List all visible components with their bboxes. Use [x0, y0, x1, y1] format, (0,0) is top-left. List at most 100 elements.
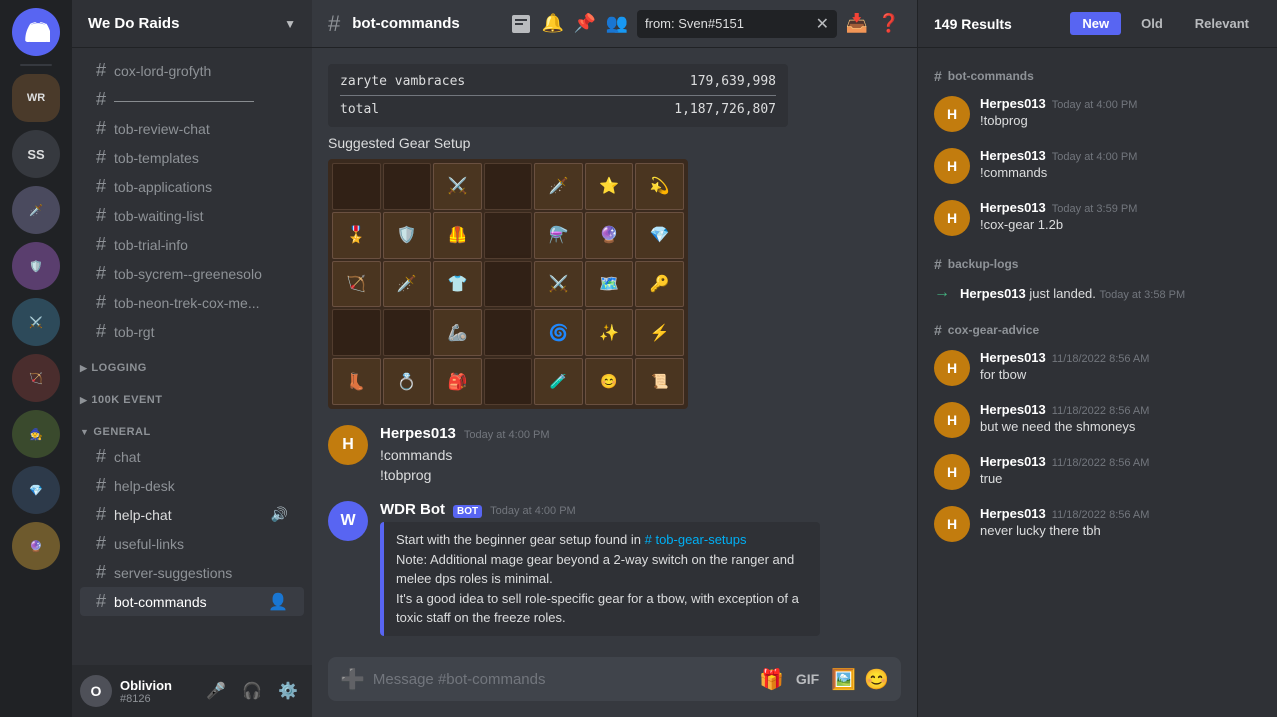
result-item[interactable]: H Herpes013 Today at 4:00 PM !tobprog — [918, 88, 1277, 140]
result-time: Today at 4:00 PM — [1052, 151, 1138, 163]
gear-slot: 😊 — [585, 358, 634, 405]
result-username: Herpes013 — [980, 454, 1046, 469]
settings-icon[interactable]: ⚙️ — [272, 675, 304, 707]
help-icon[interactable]: ❓ — [877, 12, 901, 36]
channel-name-label: cox-lord-grofyth — [114, 63, 211, 79]
channel-item-cox-lord-grofyth[interactable]: # cox-lord-grofyth — [80, 56, 304, 85]
result-text: but we need the shmoneys — [980, 419, 1261, 434]
pin-icon[interactable]: 📌 — [573, 12, 597, 36]
hash-icon: # — [96, 147, 106, 168]
result-item[interactable]: H Herpes013 11/18/2022 8:56 AM never luc… — [918, 498, 1277, 550]
inbox-icon[interactable]: 📥 — [845, 12, 869, 36]
result-item[interactable]: H Herpes013 Today at 3:59 PM !cox-gear 1… — [918, 192, 1277, 244]
avatar-initial: O — [91, 683, 102, 699]
bot-badge: BOT — [453, 505, 482, 518]
message-username[interactable]: Herpes013 — [380, 425, 456, 442]
table-label: total — [340, 102, 379, 117]
category-arrow: ▶ — [80, 395, 87, 406]
filter-old-button[interactable]: Old — [1129, 12, 1175, 35]
channel-item-useful-links[interactable]: # useful-links — [80, 529, 304, 558]
channel-item-chat[interactable]: # chat — [80, 442, 304, 471]
channel-item-tob-templates[interactable]: # tob-templates — [80, 143, 304, 172]
channel-item-tob-applications[interactable]: # tob-applications — [80, 172, 304, 201]
message-input[interactable] — [373, 671, 751, 688]
result-arrow-time: Today at 3:58 PM — [1100, 289, 1186, 301]
server-icon-s4[interactable]: ⚔️ — [12, 298, 60, 346]
gear-slot: 🌀 — [534, 309, 583, 356]
result-arrow-action: just landed. — [1029, 286, 1099, 301]
channel-item-tob-trial-info[interactable]: # tob-trial-info — [80, 230, 304, 259]
gear-slot: 🗡️ — [534, 163, 583, 210]
result-item[interactable]: H Herpes013 11/18/2022 8:56 AM for tbow — [918, 342, 1277, 394]
result-avatar: H — [934, 96, 970, 132]
message-username[interactable]: WDR Bot — [380, 501, 445, 518]
filter-relevant-button[interactable]: Relevant — [1183, 12, 1261, 35]
gear-slot — [383, 163, 432, 210]
result-item[interactable]: H Herpes013 11/18/2022 8:56 AM but we ne… — [918, 394, 1277, 446]
gear-price-table: zaryte vambraces 179,639,998 total 1,187… — [328, 64, 788, 127]
search-input[interactable] — [645, 16, 812, 31]
channel-name-label: bot-commands — [114, 594, 207, 610]
channel-item-tob-sycrem[interactable]: # tob-sycrem--greenesolo — [80, 259, 304, 288]
result-item[interactable]: H Herpes013 11/18/2022 8:56 AM true — [918, 446, 1277, 498]
result-item[interactable]: H Herpes013 Today at 4:00 PM !commands — [918, 140, 1277, 192]
result-text: !cox-gear 1.2b — [980, 217, 1261, 232]
category-100k-event[interactable]: ▶ 100K EVENT — [72, 378, 312, 410]
server-icon-s5[interactable]: 🏹 — [12, 354, 60, 402]
channel-name-label: tob-neon-trek-cox-me... — [114, 295, 260, 311]
message-input-area: ➕ 🎁 GIF 🖼️ 😊 — [312, 657, 917, 717]
gear-slot — [383, 309, 432, 356]
server-icon-we-do-raids[interactable]: WR — [12, 74, 60, 122]
server-icon-ss[interactable]: SS — [12, 130, 60, 178]
microphone-icon[interactable]: 🎤 — [200, 675, 232, 707]
channel-item-help-desk[interactable]: # help-desk — [80, 471, 304, 500]
channel-item-server-suggestions[interactable]: # server-suggestions — [80, 558, 304, 587]
result-content: Herpes013 11/18/2022 8:56 AM but we need… — [980, 402, 1261, 434]
result-header: Herpes013 Today at 4:00 PM — [980, 96, 1261, 111]
category-logging[interactable]: ▶ LOGGING — [72, 346, 312, 378]
suggested-gear-section: Suggested Gear Setup ⚔️ 🗡️ ⭐ 💫 🎖️ 🛡️ 🦺 — [328, 135, 901, 409]
gift-icon[interactable]: 🎁 — [759, 667, 784, 692]
gif-icon[interactable]: GIF — [792, 669, 823, 689]
search-bar[interactable]: ✕ — [637, 10, 837, 38]
channel-item-help-chat[interactable]: # help-chat 🔊 — [80, 500, 304, 529]
server-icon-s2[interactable]: 🗡️ — [12, 186, 60, 234]
emoji-icon[interactable]: 😊 — [864, 667, 889, 692]
channel-item-tob-rgt[interactable]: # tob-rgt — [80, 317, 304, 346]
result-arrow-item[interactable]: → Herpes013 just landed. Today at 3:58 P… — [918, 276, 1277, 310]
message-avatar[interactable]: H — [328, 425, 368, 465]
search-results-panel: 149 Results New Old Relevant # bot-comma… — [917, 0, 1277, 717]
embed-link[interactable]: # tob-gear-setups — [645, 532, 747, 547]
discord-home-button[interactable] — [12, 8, 60, 56]
add-attachment-icon[interactable]: ➕ — [340, 667, 365, 692]
result-username: Herpes013 — [980, 402, 1046, 417]
main-content: # bot-commands 🔔 📌 👥 ✕ 📥 ❓ zaryte vambra… — [312, 0, 917, 717]
channel-item-tob-neon[interactable]: # tob-neon-trek-cox-me... — [80, 288, 304, 317]
sticker-icon[interactable]: 🖼️ — [831, 667, 856, 692]
search-close-icon[interactable]: ✕ — [816, 14, 829, 34]
gear-slot: 💎 — [635, 212, 684, 259]
notification-icon[interactable]: 🔔 — [541, 12, 565, 36]
category-general[interactable]: ▼ GENERAL — [72, 410, 312, 442]
server-icon-s7[interactable]: 💎 — [12, 466, 60, 514]
gear-slot: 🔮 — [585, 212, 634, 259]
channel-item-tob-waiting-list[interactable]: # tob-waiting-list — [80, 201, 304, 230]
members-icon[interactable]: 👥 — [605, 12, 629, 36]
server-icon-s6[interactable]: 🧙 — [12, 410, 60, 458]
message-avatar[interactable]: W — [328, 501, 368, 541]
table-value: 179,639,998 — [690, 74, 776, 89]
server-icon-s3[interactable]: 🛡️ — [12, 242, 60, 290]
hash-icon: # — [96, 504, 106, 525]
table-row-total: total 1,187,726,807 — [340, 100, 776, 119]
headphone-icon[interactable]: 🎧 — [236, 675, 268, 707]
category-arrow: ▼ — [80, 427, 89, 437]
server-icon-s8[interactable]: 🔮 — [12, 522, 60, 570]
server-name-header[interactable]: We Do Raids ▼ — [72, 0, 312, 48]
gear-slot — [332, 309, 381, 356]
person-add-icon[interactable]: 👤 — [268, 592, 288, 612]
result-username: Herpes013 — [980, 96, 1046, 111]
threads-icon[interactable] — [509, 12, 533, 36]
channel-item-tob-review-chat[interactable]: # tob-review-chat — [80, 114, 304, 143]
filter-new-button[interactable]: New — [1070, 12, 1121, 35]
channel-item-bot-commands[interactable]: # bot-commands 👤 — [80, 587, 304, 616]
